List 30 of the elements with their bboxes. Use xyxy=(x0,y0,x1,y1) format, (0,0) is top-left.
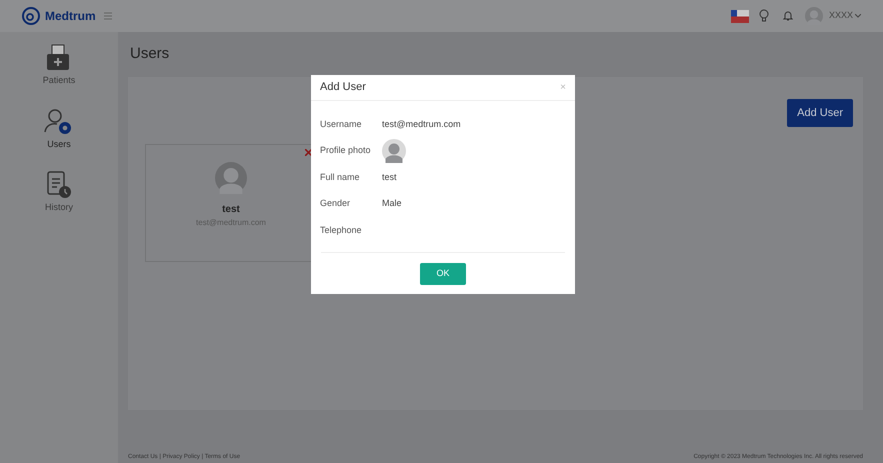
profile-photo xyxy=(382,138,406,163)
patient-folder-icon xyxy=(46,44,72,72)
caret-icon xyxy=(855,14,861,18)
page-title: Users xyxy=(130,44,170,64)
user-menu[interactable]: XXXX xyxy=(828,9,861,23)
user-name: test xyxy=(222,203,240,217)
delete-icon[interactable] xyxy=(305,149,312,156)
user-gear-icon xyxy=(44,108,74,136)
field-value: test@medtrum.com xyxy=(382,118,461,130)
sidebar-item[interactable]: Patients xyxy=(42,44,76,88)
field-value: Male xyxy=(382,197,402,210)
add-user-button[interactable]: Add User xyxy=(787,99,853,127)
field-label: Telephone xyxy=(320,224,363,237)
field-value: test xyxy=(382,170,397,184)
field-label: Gender xyxy=(320,197,352,210)
field-label: Profile photo xyxy=(320,144,372,157)
user-avatar xyxy=(215,162,247,194)
lightbulb-icon[interactable] xyxy=(758,9,769,23)
field-label: Username xyxy=(320,118,363,130)
logo-icon xyxy=(22,7,40,25)
flag-icon[interactable] xyxy=(730,10,749,22)
field-label: Full name xyxy=(320,170,361,184)
brand-name: Medtrum xyxy=(45,8,96,25)
bell-icon[interactable] xyxy=(782,10,793,22)
close-button[interactable]: × xyxy=(560,80,566,95)
ok-button[interactable]: OK xyxy=(420,262,466,284)
dialog-title: Add User xyxy=(320,80,366,96)
history-clock-icon xyxy=(46,171,72,199)
sidebar-item[interactable]: Users xyxy=(44,108,74,151)
sidebar-item[interactable]: History xyxy=(44,171,73,214)
